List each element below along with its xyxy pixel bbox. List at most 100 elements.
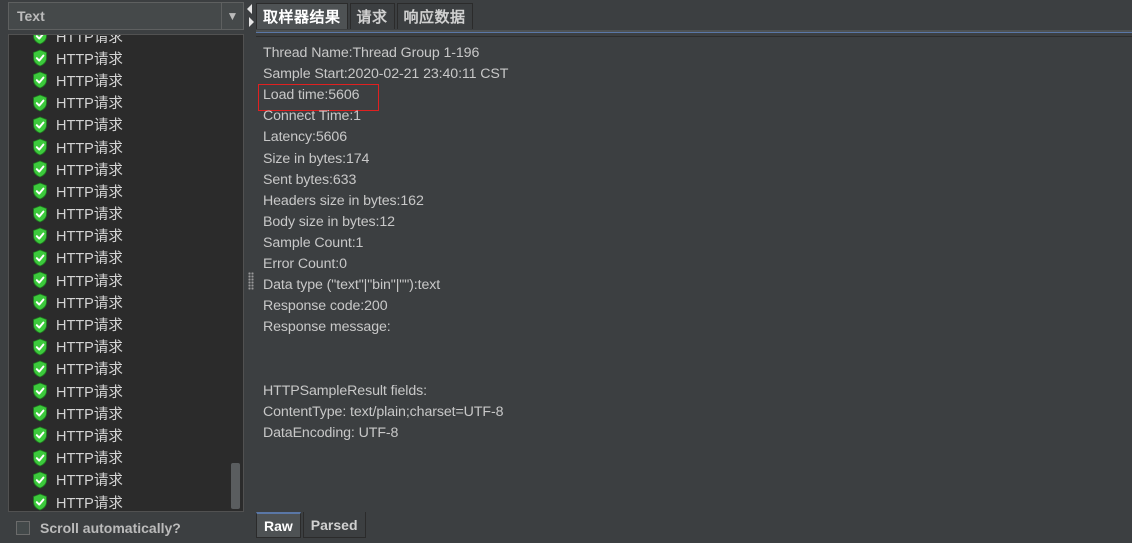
tree-item-label: HTTP请求 [56, 451, 123, 468]
tree-item[interactable]: HTTP请求 [9, 225, 229, 247]
tree-item[interactable]: HTTP请求 [9, 180, 229, 202]
success-shield-icon [32, 316, 48, 334]
tree-item-label: HTTP请求 [56, 184, 123, 201]
result-line: Response code:200 [263, 298, 388, 315]
success-shield-icon [32, 493, 48, 511]
success-shield-icon [32, 160, 48, 178]
success-shield-icon [32, 471, 48, 489]
tree-item[interactable]: HTTP请求 [9, 313, 229, 335]
tree-item-label: HTTP请求 [56, 428, 123, 445]
splitter-grip-icon[interactable] [248, 272, 254, 290]
tree-item[interactable]: HTTP请求 [9, 402, 229, 424]
result-line: Body size in bytes:12 [263, 213, 395, 230]
tree-item-label: HTTP请求 [56, 273, 123, 290]
success-shield-icon [32, 338, 48, 356]
tree-list: HTTP请求 HTTP请求 HTTP请求 HTTP请求 HTTP请求 HTTP请求 HTTP… [9, 34, 229, 512]
detail-tabs: 取样器结果 请求 响应数据 [256, 3, 475, 31]
tree-item-label: HTTP请求 [56, 384, 123, 401]
tree-item[interactable]: HTTP请求 [9, 158, 229, 180]
result-line: HTTPSampleResult fields: [263, 382, 427, 399]
tree-item[interactable]: HTTP请求 [9, 92, 229, 114]
success-shield-icon [32, 35, 48, 45]
tree-item[interactable]: HTTP请求 [9, 34, 229, 47]
tree-item-label: HTTP请求 [56, 34, 123, 46]
expand-right-arrow-icon[interactable] [249, 17, 254, 27]
tree-item[interactable]: HTTP请求 [9, 114, 229, 136]
success-shield-icon [32, 71, 48, 89]
tab-response-data[interactable]: 响应数据 [396, 3, 473, 29]
sampler-results-tree[interactable]: HTTP请求 HTTP请求 HTTP请求 HTTP请求 HTTP请求 HTTP请求 HTTP… [8, 34, 244, 512]
tree-item[interactable]: HTTP请求 [9, 136, 229, 158]
tree-item-label: HTTP请求 [56, 406, 123, 423]
tree-item[interactable]: HTTP请求 [9, 247, 229, 269]
tree-item-label: HTTP请求 [56, 73, 123, 90]
tab-request[interactable]: 请求 [349, 3, 395, 29]
success-shield-icon [32, 249, 48, 267]
success-shield-icon [32, 449, 48, 467]
success-shield-icon [32, 404, 48, 422]
tree-item[interactable]: HTTP请求 [9, 47, 229, 69]
result-line: Latency:5606 [263, 129, 347, 146]
chevron-down-icon[interactable]: ▼ [221, 3, 243, 29]
tree-scrollbar-thumb[interactable] [231, 463, 240, 509]
tree-item[interactable]: HTTP请求 [9, 469, 229, 491]
success-shield-icon [32, 94, 48, 112]
tabs-divider [256, 30, 1132, 33]
tree-item[interactable]: HTTP请求 [9, 424, 229, 446]
tree-item[interactable]: HTTP请求 [9, 491, 229, 512]
success-shield-icon [32, 382, 48, 400]
scroll-automatically-label: Scroll automatically? [40, 520, 181, 536]
success-shield-icon [32, 182, 48, 200]
tree-item-label: HTTP请求 [56, 118, 123, 135]
success-shield-icon [32, 271, 48, 289]
success-shield-icon [32, 293, 48, 311]
view-mode-tabs: Raw Parsed [256, 512, 368, 540]
result-line: ContentType: text/plain;charset=UTF-8 [263, 403, 504, 420]
tree-item-label: HTTP请求 [56, 162, 123, 179]
tree-item[interactable]: HTTP请求 [9, 380, 229, 402]
success-shield-icon [32, 227, 48, 245]
collapse-left-arrow-icon[interactable] [247, 4, 252, 14]
renderer-selected-value: Text [17, 8, 45, 24]
result-line: DataEncoding: UTF-8 [263, 424, 399, 441]
tree-item-label: HTTP请求 [56, 251, 123, 268]
tree-item-label: HTTP请求 [56, 318, 123, 335]
tree-item[interactable]: HTTP请求 [9, 358, 229, 380]
tab-parsed[interactable]: Parsed [302, 512, 366, 538]
result-line: Response message: [263, 319, 391, 336]
success-shield-icon [32, 205, 48, 223]
tree-item[interactable]: HTTP请求 [9, 269, 229, 291]
tree-item[interactable]: HTTP请求 [9, 291, 229, 313]
result-line: Thread Name:Thread Group 1-196 [263, 45, 480, 61]
renderer-dropdown[interactable]: Text ▼ [8, 2, 244, 30]
results-tree-panel: Text ▼ HTTP请求 HTTP请求 HTTP请求 HTTP请求 HTTP请求 HTT… [0, 0, 246, 543]
tree-item-label: HTTP请求 [56, 207, 123, 224]
success-shield-icon [32, 49, 48, 67]
tree-item-label: HTTP请求 [56, 295, 123, 312]
scroll-automatically-option[interactable]: Scroll automatically? [16, 520, 181, 536]
result-line: Connect Time:1 [263, 108, 361, 125]
panel-splitter[interactable] [246, 0, 256, 543]
success-shield-icon [32, 426, 48, 444]
success-shield-icon [32, 138, 48, 156]
result-detail-panel: 取样器结果 请求 响应数据 Thread Name:Thread Group 1-1… [256, 0, 1132, 543]
tree-item-label: HTTP请求 [56, 362, 123, 379]
tree-item[interactable]: HTTP请求 [9, 447, 229, 469]
tree-item[interactable]: HTTP请求 [9, 69, 229, 91]
sampler-result-text[interactable]: Thread Name:Thread Group 1-196 Sample Sta… [256, 36, 1132, 510]
result-line: Size in bytes:174 [263, 150, 370, 167]
tree-item[interactable]: HTTP请求 [9, 336, 229, 358]
result-line: Sent bytes:633 [263, 171, 357, 188]
tab-sampler-result[interactable]: 取样器结果 [256, 3, 348, 29]
result-line: Data type ("text"|"bin"|""):text [263, 277, 441, 294]
tree-item-label: HTTP请求 [56, 96, 123, 113]
result-line: Error Count:0 [263, 256, 347, 272]
tree-item-label: HTTP请求 [56, 340, 123, 357]
scroll-automatically-checkbox[interactable] [16, 521, 30, 535]
tab-raw[interactable]: Raw [256, 512, 301, 538]
tree-item-label: HTTP请求 [56, 229, 123, 246]
tree-item[interactable]: HTTP请求 [9, 203, 229, 225]
result-line: Sample Count:1 [263, 234, 364, 251]
tree-item-label: HTTP请求 [56, 495, 123, 512]
result-line: Load time:5606 [263, 87, 360, 104]
